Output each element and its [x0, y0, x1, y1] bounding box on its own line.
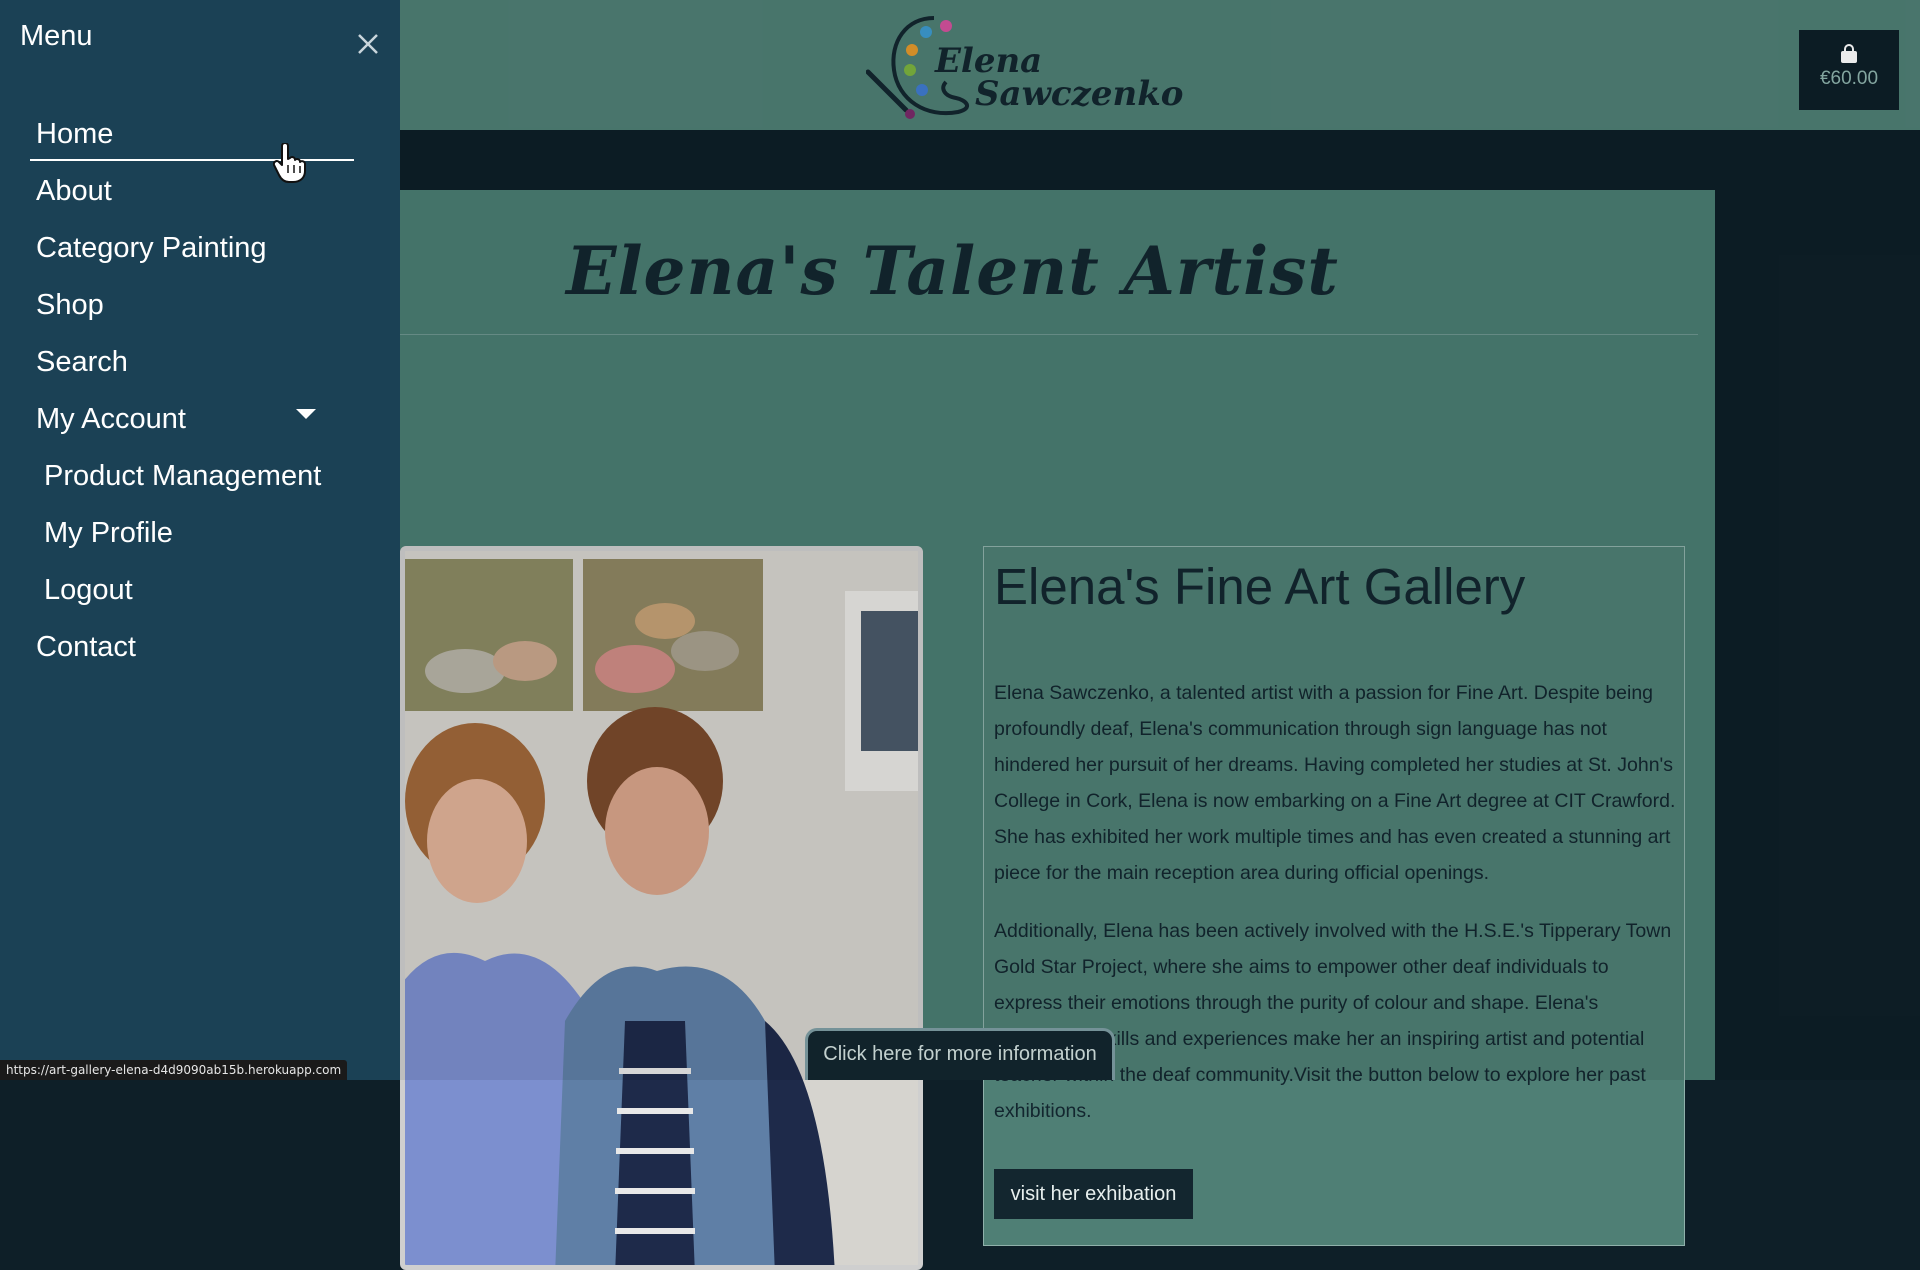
status-bar-url: https://art-gallery-elena-d4d9090ab15b.h… [0, 1060, 348, 1080]
menu-item-home[interactable]: Home [36, 116, 113, 152]
side-menu-drawer: Menu Home About Category Painting Shop S… [0, 0, 400, 1080]
menu-item-about[interactable]: About [36, 173, 112, 209]
menu-item-contact[interactable]: Contact [36, 629, 136, 665]
menu-item-category-painting[interactable]: Category Painting [36, 230, 267, 266]
submenu-item-product-management[interactable]: Product Management [44, 458, 321, 494]
chevron-down-icon[interactable] [296, 409, 316, 419]
close-icon[interactable] [354, 30, 382, 58]
submenu-item-my-profile[interactable]: My Profile [44, 515, 173, 551]
menu-title: Menu [20, 20, 93, 52]
menu-item-search[interactable]: Search [36, 344, 128, 380]
drawer-overlay[interactable] [400, 0, 1920, 1080]
submenu-item-logout[interactable]: Logout [44, 572, 133, 608]
menu-item-shop[interactable]: Shop [36, 287, 104, 323]
visit-exhibition-button[interactable]: visit her exhibation [994, 1169, 1193, 1219]
hand-pointer-cursor-icon [273, 143, 306, 183]
menu-item-my-account[interactable]: My Account [36, 401, 186, 437]
